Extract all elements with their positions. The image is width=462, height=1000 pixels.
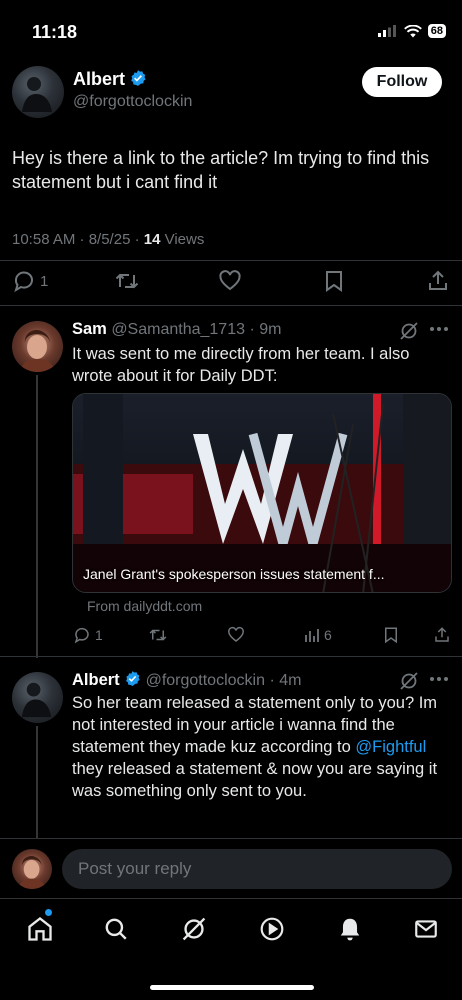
heart-icon [228, 626, 244, 642]
status-bar: 11:18 68 [0, 0, 462, 62]
reply-action-bar: 1 6 [0, 625, 462, 645]
tweet-timestamp[interactable]: 10:58 AM · 8/5/25 · [12, 231, 144, 248]
person-icon [21, 682, 52, 718]
tweet-meta: 10:58 AM · 8/5/25 · 14 Views [12, 231, 204, 248]
avatar[interactable] [12, 321, 63, 372]
reply-text: It was sent to me directly from her team… [72, 345, 410, 385]
notification-dot [45, 909, 52, 916]
thread-line [36, 726, 38, 838]
reply-author-row: Albert @forgottoclockin · 4m [72, 670, 301, 690]
repost-icon [149, 629, 167, 641]
reply-icon [14, 271, 33, 293]
battery-icon: 68 [427, 24, 446, 38]
grok-icon [182, 917, 206, 941]
divider [0, 656, 462, 657]
reply-author-row: Sam @Samantha_1713 · 9m [72, 320, 281, 339]
link-card[interactable]: Janel Grant's spokesperson issues statem… [72, 393, 452, 593]
tab-home[interactable] [24, 913, 56, 945]
tab-video[interactable] [256, 913, 288, 945]
wifi-icon [403, 24, 422, 37]
verified-badge-icon [126, 671, 140, 686]
grok-icon[interactable] [399, 321, 419, 341]
tab-notifications[interactable] [334, 913, 366, 945]
author-name[interactable]: Sam [72, 320, 107, 338]
more-options-icon[interactable] [429, 326, 449, 332]
share-action[interactable] [433, 626, 451, 644]
card-source[interactable]: From dailyddt.com [87, 598, 202, 614]
share-icon [429, 270, 447, 290]
views-count: 6 [324, 627, 332, 643]
author-name[interactable]: Albert [73, 69, 125, 89]
reply-action[interactable]: 1 [12, 269, 48, 293]
tweet-text: Hey is there a link to the article? Im t… [12, 148, 430, 192]
reply-time: · 9m [249, 321, 282, 338]
like-action[interactable] [218, 269, 242, 293]
author-handle[interactable]: @forgottoclockin [73, 93, 192, 111]
reply-composer [0, 838, 462, 898]
bookmark-action[interactable] [322, 269, 346, 293]
author-name[interactable]: Albert [72, 671, 120, 689]
status-icons: 68 [377, 24, 446, 38]
mention-link[interactable]: @Fightful [355, 738, 426, 756]
avatar[interactable] [12, 672, 63, 723]
views-label: Views [160, 231, 205, 248]
more-options-icon[interactable] [429, 676, 449, 682]
divider [0, 260, 462, 261]
repost-action[interactable] [114, 269, 140, 293]
mail-icon [415, 920, 437, 938]
bookmark-icon [326, 271, 342, 292]
reply-input[interactable] [62, 849, 452, 889]
author-block: Albert [73, 69, 147, 90]
person-icon [20, 330, 55, 372]
bell-icon [340, 918, 360, 941]
like-action[interactable] [227, 626, 245, 644]
card-image [73, 394, 451, 592]
person-icon [18, 856, 46, 889]
play-icon [260, 917, 284, 941]
repost-icon [115, 273, 139, 289]
thread-line [36, 375, 38, 658]
status-time: 11:18 [32, 22, 78, 42]
tweet-action-bar: 1 [0, 268, 462, 294]
verified-badge-icon [131, 70, 147, 86]
follow-button[interactable]: Follow [362, 67, 442, 97]
home-icon [28, 917, 52, 941]
author-handle[interactable]: @forgottoclockin [146, 672, 265, 689]
bookmark-action[interactable] [382, 626, 400, 644]
tab-messages[interactable] [410, 913, 442, 945]
reply-text: So her team released a statement only to… [72, 692, 442, 802]
avatar [12, 849, 52, 889]
reply-count: 1 [95, 627, 103, 643]
analytics-icon [305, 629, 319, 642]
repost-action[interactable] [148, 626, 168, 644]
views-action[interactable]: 6 [304, 627, 332, 643]
author-handle[interactable]: @Samantha_1713 [111, 321, 245, 338]
tab-search[interactable] [100, 913, 132, 945]
share-icon [435, 627, 449, 642]
cellular-signal-icon [377, 25, 396, 37]
reply-text-part: they released a statement & now you are … [72, 760, 438, 800]
bookmark-icon [385, 627, 397, 644]
tab-grok[interactable] [178, 913, 210, 945]
card-title: Janel Grant's spokesperson issues statem… [83, 566, 385, 582]
heart-icon [219, 270, 241, 291]
reply-icon [74, 627, 89, 644]
home-indicator [150, 985, 314, 990]
reply-time: · 4m [269, 672, 302, 689]
views-count: 14 [143, 231, 161, 248]
reply-count: 1 [40, 272, 49, 290]
divider [0, 305, 462, 306]
reply-action[interactable]: 1 [73, 626, 103, 644]
avatar[interactable] [12, 66, 64, 118]
person-icon [22, 77, 52, 112]
search-icon [105, 918, 127, 940]
share-action[interactable] [426, 269, 450, 293]
grok-icon[interactable] [399, 671, 419, 691]
